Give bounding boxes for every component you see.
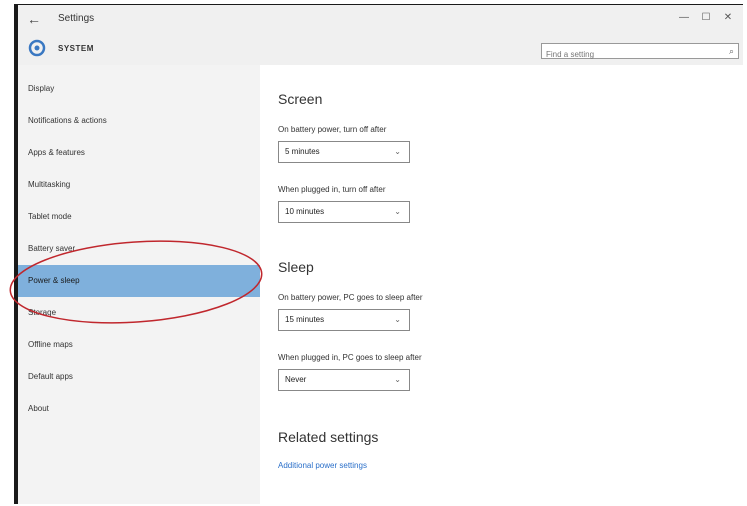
screen-battery-dropdown[interactable]: 5 minutes ⌄ — [278, 141, 410, 163]
settings-window: ← Settings — ☐ ✕ SYSTEM ⌕ Display Notifi… — [14, 4, 743, 504]
sidebar-item-about[interactable]: About — [18, 393, 260, 425]
screen-plugged-label: When plugged in, turn off after — [278, 185, 386, 194]
minimize-button[interactable]: — — [673, 9, 695, 27]
close-button[interactable]: ✕ — [717, 9, 739, 27]
sleep-battery-label: On battery power, PC goes to sleep after — [278, 293, 423, 302]
search-icon[interactable]: ⌕ — [729, 46, 734, 57]
sidebar-item-default-apps[interactable]: Default apps — [18, 361, 260, 393]
sidebar-item-storage[interactable]: Storage — [18, 297, 260, 329]
related-settings-heading: Related settings — [278, 429, 379, 445]
sidebar-item-display[interactable]: Display — [18, 73, 260, 105]
chevron-down-icon: ⌄ — [394, 315, 401, 324]
search-input[interactable] — [542, 47, 720, 62]
sleep-battery-value: 15 minutes — [285, 315, 325, 324]
gear-icon — [28, 39, 46, 57]
back-arrow-icon[interactable]: ← — [26, 11, 42, 27]
sidebar-item-offline-maps[interactable]: Offline maps — [18, 329, 260, 361]
window-controls: — ☐ ✕ — [673, 9, 739, 27]
window-title: Settings — [58, 13, 95, 24]
sleep-battery-dropdown[interactable]: 15 minutes ⌄ — [278, 309, 410, 331]
section-title: SYSTEM — [58, 44, 94, 53]
sidebar-item-battery-saver[interactable]: Battery saver — [18, 233, 260, 265]
sleep-plugged-dropdown[interactable]: Never ⌄ — [278, 369, 410, 391]
sidebar-item-tablet-mode[interactable]: Tablet mode — [18, 201, 260, 233]
screen-heading: Screen — [278, 91, 323, 107]
main-content: Screen On battery power, turn off after … — [260, 65, 743, 504]
sleep-plugged-label: When plugged in, PC goes to sleep after — [278, 353, 422, 362]
screen-plugged-dropdown[interactable]: 10 minutes ⌄ — [278, 201, 410, 223]
screen-battery-value: 5 minutes — [285, 147, 320, 156]
chevron-down-icon: ⌄ — [394, 375, 401, 384]
sleep-plugged-value: Never — [285, 375, 307, 384]
chevron-down-icon: ⌄ — [394, 147, 401, 156]
sidebar: Display Notifications & actions Apps & f… — [18, 73, 260, 504]
title-bar: ← Settings — ☐ ✕ — [18, 5, 743, 33]
sidebar-item-multitasking[interactable]: Multitasking — [18, 169, 260, 201]
screen-plugged-value: 10 minutes — [285, 207, 325, 216]
sidebar-item-notifications[interactable]: Notifications & actions — [18, 105, 260, 137]
sleep-heading: Sleep — [278, 259, 314, 275]
maximize-button[interactable]: ☐ — [695, 9, 717, 27]
chevron-down-icon: ⌄ — [394, 207, 401, 216]
header-bar: SYSTEM ⌕ — [18, 33, 743, 65]
additional-power-settings-link[interactable]: Additional power settings — [278, 461, 367, 470]
screen-battery-label: On battery power, turn off after — [278, 125, 387, 134]
sidebar-item-power-sleep[interactable]: Power & sleep — [18, 265, 260, 297]
search-box[interactable]: ⌕ — [541, 43, 739, 62]
sidebar-item-apps[interactable]: Apps & features — [18, 137, 260, 169]
